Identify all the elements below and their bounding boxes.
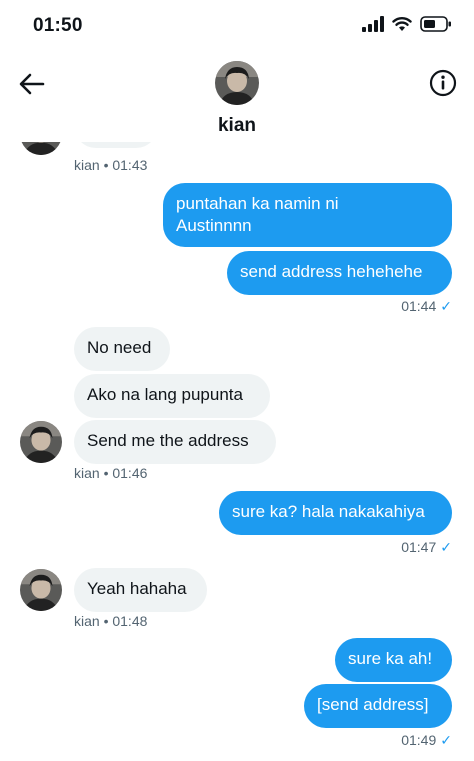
cellular-signal-icon	[362, 16, 384, 32]
conversation-header: kian	[0, 54, 474, 142]
contact-name[interactable]: kian	[0, 115, 474, 137]
back-arrow-icon	[19, 73, 45, 95]
message-meta: 01:44 ✓	[401, 298, 452, 315]
message-meta: kian • 01:48	[74, 613, 148, 629]
message-list[interactable]: kian • 01:43 puntahan ka namin ni Austin…	[0, 120, 474, 761]
message-meta: kian • 01:43	[74, 157, 148, 173]
message-meta: 01:47 ✓	[401, 539, 452, 556]
outgoing-message-bubble[interactable]: send address hehehehe	[227, 251, 452, 295]
info-button[interactable]	[428, 68, 458, 98]
header-avatar[interactable]	[215, 61, 259, 105]
message-text: send address hehehehe	[240, 262, 423, 281]
info-icon	[429, 69, 457, 97]
message-text: Ako na lang pupunta	[87, 385, 243, 404]
message-meta: kian • 01:46	[74, 465, 148, 481]
status-bar: 01:50	[0, 0, 474, 54]
avatar-photo	[20, 421, 62, 463]
read-check-icon: ✓	[440, 539, 452, 555]
outgoing-message-bubble[interactable]: sure ka? hala nakakahiya	[219, 491, 452, 535]
read-check-icon: ✓	[440, 732, 452, 748]
incoming-message-bubble[interactable]: Send me the address	[74, 420, 276, 464]
avatar-photo	[215, 61, 259, 105]
back-button[interactable]	[14, 66, 50, 102]
read-check-icon: ✓	[440, 298, 452, 314]
outgoing-message-bubble[interactable]: sure ka ah!	[335, 638, 452, 682]
message-time: 01:44	[401, 298, 437, 314]
message-text: No need	[87, 338, 152, 357]
incoming-message-bubble[interactable]: Yeah hahaha	[74, 568, 207, 612]
message-meta: 01:49 ✓	[401, 732, 452, 749]
sender-avatar[interactable]	[20, 569, 62, 611]
wifi-icon	[392, 17, 412, 31]
outgoing-message-bubble[interactable]: [send address]	[304, 684, 452, 728]
message-time: 01:47	[401, 539, 437, 555]
message-text: sure ka? hala nakakahiya	[232, 502, 425, 521]
outgoing-message-bubble[interactable]: puntahan ka namin ni Austinnnn	[163, 183, 452, 247]
status-icons	[362, 16, 452, 32]
battery-icon	[420, 16, 451, 32]
message-time: 01:49	[401, 732, 437, 748]
message-text: sure ka ah!	[348, 649, 433, 668]
sender-avatar[interactable]	[20, 421, 62, 463]
incoming-message-bubble[interactable]: Ako na lang pupunta	[74, 374, 270, 418]
message-text-line: puntahan ka namin ni	[176, 194, 339, 213]
message-text: [send address]	[317, 695, 429, 714]
avatar-photo	[20, 569, 62, 611]
message-text: Yeah hahaha	[87, 579, 187, 598]
message-text-line: Austinnnn	[176, 216, 252, 235]
incoming-message-bubble[interactable]: No need	[74, 327, 170, 371]
status-time: 01:50	[33, 15, 83, 36]
message-text: Send me the address	[87, 431, 249, 450]
